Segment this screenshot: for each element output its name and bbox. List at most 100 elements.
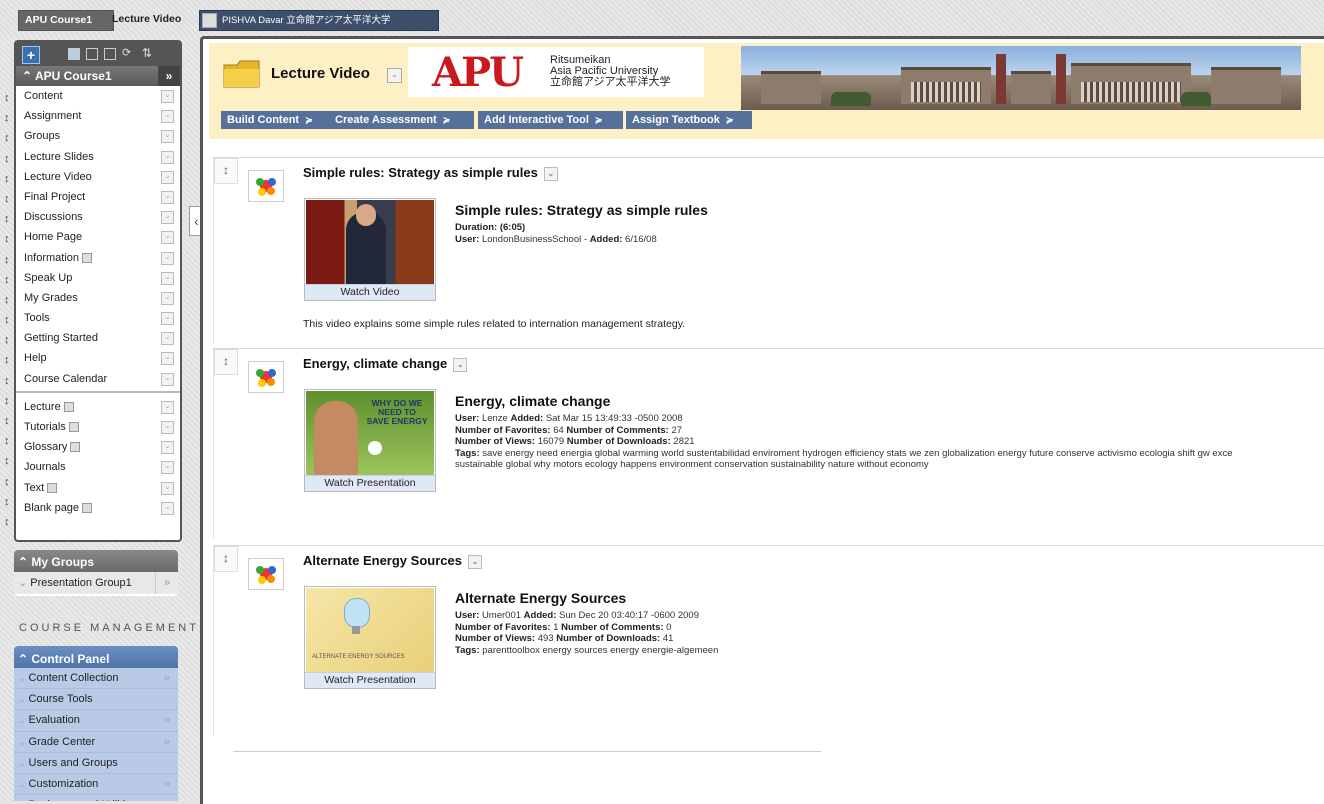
chevron-down-icon[interactable]: ⌄	[161, 271, 174, 285]
course-tab[interactable]: APU Course1	[18, 10, 114, 31]
sidebar-item[interactable]: Lecture Slides ⌄	[16, 147, 180, 167]
refresh-icon[interactable]: ⟳	[122, 48, 132, 59]
sidebar-item[interactable]: Blank page ⌄	[16, 498, 180, 518]
chevron-down-icon[interactable]: ⌄	[161, 231, 174, 245]
drag-handle[interactable]: ↕	[4, 391, 12, 411]
control-panel-header[interactable]: ⌃ Control Panel	[14, 646, 178, 668]
sidebar-item[interactable]: Home Page ⌄	[16, 227, 180, 247]
expand-icon[interactable]: »	[158, 66, 180, 86]
expand-icon[interactable]: »	[156, 795, 178, 801]
drag-handle[interactable]: ↕	[214, 546, 238, 572]
user-tab[interactable]: PISHVA Davar 立命館アジア太平洋大学	[199, 10, 439, 31]
sidebar-item[interactable]: Text ⌄	[16, 478, 180, 498]
drag-handle[interactable]: ↕	[4, 229, 12, 249]
create-assessment-button[interactable]: Create Assessment ≽	[329, 111, 474, 129]
drag-handle[interactable]: ↕	[4, 189, 12, 209]
control-panel-item[interactable]: ⌄ Course Tools	[14, 689, 178, 711]
drag-handle[interactable]: ↕	[4, 169, 12, 189]
page-tab[interactable]: Lecture Video	[106, 10, 198, 29]
drag-handle[interactable]: ↕	[4, 431, 12, 451]
item-title[interactable]: Alternate Energy Sources ⌄	[303, 553, 482, 569]
drag-handle[interactable]: ↕	[4, 250, 12, 270]
presentation-thumbnail[interactable]: WHY DO WE NEED TO SAVE ENERGY Watch Pres…	[304, 389, 436, 492]
sidebar-item[interactable]: Groups ⌄	[16, 126, 180, 146]
window-icon[interactable]	[104, 48, 116, 60]
presentation-thumbnail[interactable]: ALTERNATE ENERGY SOURCES Watch Presentat…	[304, 586, 436, 689]
expand-icon[interactable]: »	[155, 572, 178, 594]
chevron-down-icon[interactable]: ⌄	[161, 170, 174, 184]
drag-handle[interactable]: ↕	[4, 371, 12, 391]
drag-handle[interactable]: ↕	[4, 472, 12, 492]
expand-icon[interactable]: »	[156, 732, 178, 752]
chevron-down-icon[interactable]: ⌄	[161, 352, 174, 366]
build-content-button[interactable]: Build Content ≽	[221, 111, 329, 129]
chevron-down-icon[interactable]: ⌄	[161, 110, 174, 124]
chevron-down-icon[interactable]: ⌄	[161, 251, 174, 265]
sidebar-item[interactable]: My Grades ⌄	[16, 288, 180, 308]
sidebar-item[interactable]: Content ⌄	[16, 86, 180, 106]
control-panel-item[interactable]: ⌄ Content Collection »	[14, 668, 178, 690]
chevron-down-icon[interactable]: ⌄	[161, 461, 174, 475]
item-title[interactable]: Simple rules: Strategy as simple rules ⌄	[303, 165, 558, 181]
chevron-down-icon[interactable]: ⌄	[161, 190, 174, 204]
list-view-icon[interactable]	[68, 48, 80, 60]
drag-handle[interactable]: ↕	[4, 108, 12, 128]
control-panel-item[interactable]: ⌄ Customization »	[14, 773, 178, 796]
expand-icon[interactable]: »	[156, 774, 178, 794]
my-groups-header[interactable]: ⌃ My Groups	[14, 550, 178, 572]
expand-icon[interactable]: »	[156, 668, 178, 688]
watch-presentation-button[interactable]: Watch Presentation	[305, 475, 435, 491]
chevron-down-icon[interactable]: ⌄	[387, 68, 402, 83]
drag-handle[interactable]: ↕	[4, 290, 12, 310]
sidebar-item[interactable]: Discussions ⌄	[16, 207, 180, 227]
chevron-down-icon[interactable]: ⌄	[161, 372, 174, 386]
sidebar-item[interactable]: Course Calendar ⌄	[16, 369, 180, 389]
chevron-down-icon[interactable]: ⌄	[161, 312, 174, 326]
control-panel-item[interactable]: ⌄ Evaluation »	[14, 710, 178, 732]
chevron-down-icon[interactable]: ⌄	[161, 481, 174, 495]
watch-video-button[interactable]: Watch Video	[305, 284, 435, 300]
sort-icon[interactable]: ⇅	[142, 47, 152, 59]
item-title[interactable]: Energy, climate change ⌄	[303, 356, 468, 372]
sidebar-item[interactable]: Tools ⌄	[16, 308, 180, 328]
chevron-down-icon[interactable]: ⌄	[467, 554, 482, 569]
chevron-down-icon[interactable]: ⌄	[161, 130, 174, 144]
sidebar-item[interactable]: Journals ⌄	[16, 457, 180, 477]
drag-handle[interactable]: ↕	[214, 158, 238, 184]
chevron-down-icon[interactable]: ⌄	[161, 211, 174, 225]
chevron-down-icon[interactable]: ⌄	[543, 166, 558, 181]
course-menu-title[interactable]: ⌃ APU Course1 »	[16, 66, 180, 86]
drag-handle[interactable]: ↕	[4, 451, 12, 471]
chevron-down-icon[interactable]: ⌄	[161, 332, 174, 346]
sidebar-item[interactable]: Speak Up ⌄	[16, 268, 180, 288]
control-panel-item[interactable]: ⌄ Grade Center »	[14, 731, 178, 753]
chevron-down-icon[interactable]: ⌄	[161, 150, 174, 164]
sidebar-item[interactable]: Assignment ⌄	[16, 106, 180, 126]
chevron-down-icon[interactable]: ⌄	[161, 501, 174, 515]
control-panel-item[interactable]: ⌄Packages and Utilities»	[14, 795, 178, 801]
sidebar-item[interactable]: Lecture ⌄	[16, 397, 180, 417]
drag-handle[interactable]: ↕	[4, 270, 12, 290]
sidebar-item[interactable]: Final Project ⌄	[16, 187, 180, 207]
sidebar-item[interactable]: Lecture Video ⌄	[16, 167, 180, 187]
drag-handle[interactable]: ↕	[4, 149, 12, 169]
chevron-down-icon[interactable]: ⌄	[161, 90, 174, 103]
sidebar-item[interactable]: Tutorials ⌄	[16, 417, 180, 437]
sidebar-item[interactable]: Glossary ⌄	[16, 437, 180, 457]
chevron-down-icon[interactable]: ⌄	[453, 357, 468, 372]
assign-textbook-button[interactable]: Assign Textbook ≽	[626, 111, 752, 129]
sidebar-item[interactable]: Information ⌄	[16, 248, 180, 268]
drag-handle[interactable]: ↕	[4, 492, 12, 512]
add-interactive-tool-button[interactable]: Add Interactive Tool ≽	[478, 111, 623, 129]
drag-handle[interactable]: ↕	[4, 88, 12, 108]
drag-handle[interactable]: ↕	[4, 310, 12, 330]
chevron-down-icon[interactable]: ⌄	[161, 421, 174, 434]
control-panel-item[interactable]: ⌄ Users and Groups	[14, 752, 178, 774]
drag-handle[interactable]: ↕	[4, 330, 12, 350]
video-thumbnail[interactable]: Watch Video	[304, 198, 436, 301]
chevron-down-icon[interactable]: ⌄	[161, 441, 174, 455]
add-menu-item-button[interactable]: +	[22, 46, 40, 64]
group-item[interactable]: ⌄ Presentation Group1»	[14, 572, 178, 594]
chevron-down-icon[interactable]: ⌄	[161, 291, 174, 305]
drag-handle[interactable]: ↕	[4, 209, 12, 229]
